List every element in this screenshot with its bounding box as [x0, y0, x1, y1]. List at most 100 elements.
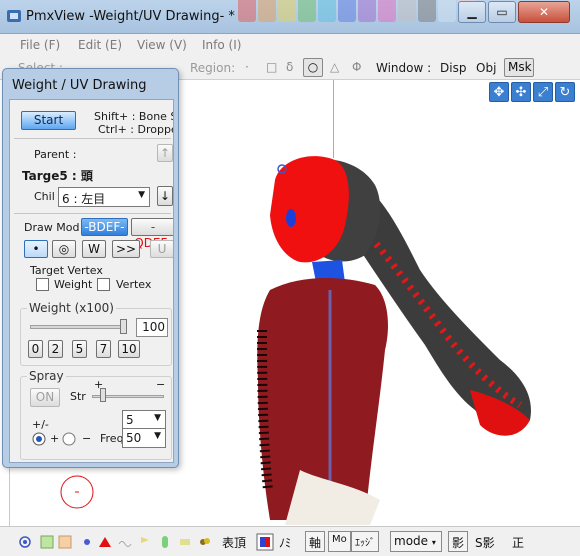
- str-slider-thumb[interactable]: [100, 388, 106, 402]
- minimize-button[interactable]: ▁: [458, 1, 486, 23]
- preset-2-button[interactable]: 2: [48, 340, 63, 358]
- palette-swatch[interactable]: [258, 0, 276, 22]
- separator-mid: [14, 213, 171, 214]
- menu-edit[interactable]: Edit (E): [78, 38, 122, 52]
- child-label: Chil: [34, 190, 55, 203]
- preset-5-button[interactable]: 5: [72, 340, 87, 358]
- mi-toggle[interactable]: ﾉﾐ: [279, 534, 291, 551]
- edge-toggle[interactable]: ｴｯｼﾞ: [351, 531, 379, 552]
- brush-ring-button[interactable]: ◎: [52, 240, 76, 258]
- self-shadow-toggle[interactable]: S影: [475, 534, 495, 551]
- close-button[interactable]: ✕: [518, 1, 570, 23]
- flag-icon[interactable]: [138, 535, 152, 549]
- title-bar: PmxView -Weight/UV Drawing- * ▁ ▭ ✕: [0, 0, 580, 34]
- close-icon: ✕: [538, 5, 550, 19]
- brush-w-button[interactable]: W: [82, 240, 106, 258]
- brush-u-button[interactable]: U: [150, 240, 173, 258]
- menu-view[interactable]: View (V): [137, 38, 187, 52]
- draw-mode-label: Draw Mod: [24, 221, 80, 234]
- spray-on-button[interactable]: ON: [30, 388, 60, 407]
- plus-radio[interactable]: [32, 432, 46, 446]
- palette-swatch[interactable]: [338, 0, 356, 22]
- axis-toggle[interactable]: 軸: [305, 531, 326, 552]
- start-button[interactable]: Start: [21, 111, 76, 130]
- separator-top: [14, 138, 171, 139]
- qdef-button[interactable]: -QDEF-: [131, 218, 173, 250]
- region-rect-button[interactable]: □: [266, 60, 277, 74]
- child-bone-dropdown[interactable]: 6 : 左目 ▼: [58, 187, 150, 207]
- minimize-icon: ▁: [467, 5, 477, 19]
- pan-icon[interactable]: ✥: [489, 82, 509, 102]
- weight-slider-track[interactable]: [30, 325, 126, 329]
- wave-icon[interactable]: [118, 535, 132, 549]
- weight-slider-thumb[interactable]: [120, 319, 127, 334]
- parent-up-button[interactable]: ↑: [157, 144, 173, 162]
- capsule-icon[interactable]: [158, 535, 172, 549]
- spray-size-dropdown[interactable]: 5 ▼: [122, 410, 166, 430]
- freq-dropdown[interactable]: 50 ▼: [122, 428, 166, 448]
- region-lasso-button[interactable]: δ: [286, 60, 293, 74]
- vertex-mode-icon[interactable]: [18, 535, 32, 549]
- window-label: Window :: [376, 61, 432, 75]
- palette-swatch[interactable]: [378, 0, 396, 22]
- brush-next-button[interactable]: >>: [112, 240, 140, 258]
- str-label: Str: [70, 390, 86, 403]
- preset-10-button[interactable]: 10: [118, 340, 140, 358]
- move-icon[interactable]: ✣: [511, 82, 531, 102]
- freq-value: 50: [126, 431, 142, 445]
- color-toggle-icon[interactable]: [256, 533, 274, 551]
- child-down-button[interactable]: ↓: [157, 186, 173, 206]
- red-triangle-icon[interactable]: [98, 535, 112, 549]
- dialog-title: Weight / UV Drawing: [12, 78, 147, 93]
- mo-toggle[interactable]: Mo: [328, 531, 351, 552]
- palette-swatch[interactable]: [298, 0, 316, 22]
- weight-checkbox-label: Weight: [54, 278, 93, 291]
- y-axis-line: [333, 80, 334, 158]
- material-icon[interactable]: [40, 535, 54, 549]
- disp-toggle[interactable]: Disp: [440, 61, 466, 75]
- region-phi-button[interactable]: Φ: [352, 60, 361, 74]
- obj-toggle[interactable]: Obj: [476, 61, 496, 75]
- preset-7-button[interactable]: 7: [96, 340, 111, 358]
- minus-label: −: [82, 432, 92, 445]
- weight-checkbox[interactable]: [36, 278, 49, 291]
- front-view-button[interactable]: 正: [512, 534, 524, 551]
- maximize-button[interactable]: ▭: [488, 1, 516, 23]
- shadow-toggle[interactable]: 影: [448, 531, 469, 552]
- weight-group-label: Weight (x100): [27, 301, 116, 315]
- palette-swatch[interactable]: [358, 0, 376, 22]
- palette-swatch[interactable]: [318, 0, 336, 22]
- palette-swatch[interactable]: [238, 0, 256, 22]
- vertex-checkbox[interactable]: [97, 278, 110, 291]
- minus-radio[interactable]: [62, 432, 76, 446]
- region-triangle-button[interactable]: △: [330, 60, 339, 74]
- mode-dropdown[interactable]: mode ▾: [390, 531, 442, 552]
- weight-value-input[interactable]: 100: [136, 318, 168, 337]
- shift-hint: Shift+ : Bone Se: [94, 110, 173, 123]
- menu-file[interactable]: File (F): [20, 38, 60, 52]
- point-icon[interactable]: [80, 535, 94, 549]
- zoom-icon[interactable]: ⤢: [533, 82, 553, 102]
- bdef-button[interactable]: -BDEF-: [81, 218, 128, 236]
- msk-toggle[interactable]: Msk: [504, 58, 534, 77]
- ctrl-hint: Ctrl+ : Dropper: [98, 123, 174, 136]
- view-tools: ✥ ✣ ⤢ ↻: [489, 82, 577, 102]
- region-circle-button[interactable]: ○: [303, 58, 323, 77]
- preset-0-button[interactable]: 0: [28, 340, 43, 358]
- target-vertex-label: Target Vertex: [30, 264, 103, 277]
- brush-dot-button[interactable]: •: [24, 240, 48, 258]
- status-bar: 表頂 ﾉﾐ 軸 Mo ｴｯｼﾞ mode ▾ 影 S影 正: [0, 526, 580, 556]
- chevron-down-icon: ▼: [154, 413, 161, 423]
- rotate-icon[interactable]: ↻: [555, 82, 575, 102]
- palette-swatch[interactable]: [438, 0, 456, 22]
- region-point-button[interactable]: ·: [245, 60, 249, 74]
- menu-info[interactable]: Info (I): [202, 38, 241, 52]
- hyouchou-label[interactable]: 表頂: [222, 534, 246, 551]
- child-bone-value: 6 : 左目: [62, 192, 106, 206]
- leaf-icon[interactable]: [198, 535, 212, 549]
- palette-swatch[interactable]: [398, 0, 416, 22]
- texture-icon[interactable]: [58, 535, 72, 549]
- palette-swatch[interactable]: [418, 0, 436, 22]
- joint-icon[interactable]: [178, 535, 192, 549]
- palette-swatch[interactable]: [278, 0, 296, 22]
